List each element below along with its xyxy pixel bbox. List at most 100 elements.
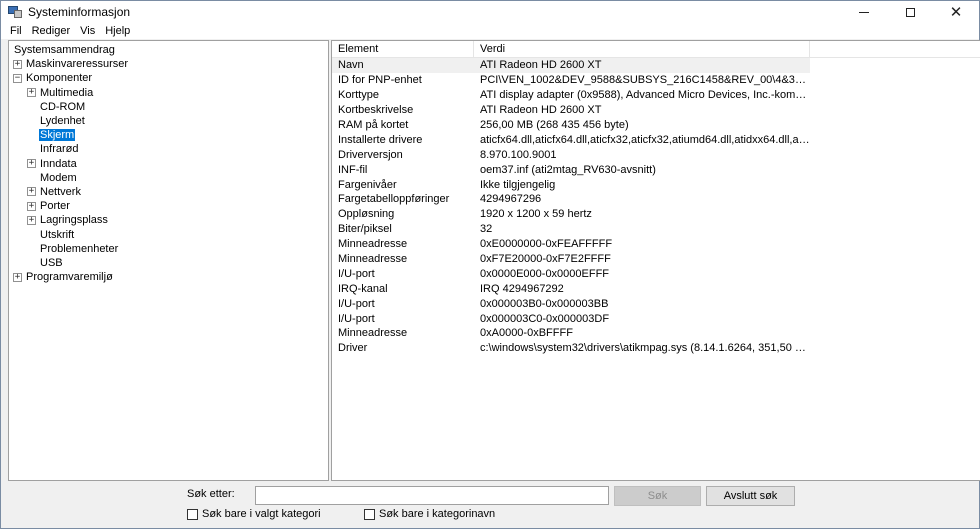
list-row[interactable]: Korttype ATI display adapter (0x9588), Ad… [332, 88, 980, 103]
checkbox-box[interactable] [187, 508, 198, 520]
tree-item[interactable]: Infrarød [9, 142, 328, 156]
tree-item[interactable]: + Inndata [9, 157, 328, 171]
tree-item[interactable]: + Programvaremiljø [9, 270, 328, 284]
menu-edit[interactable]: Rediger [27, 25, 76, 37]
list-row[interactable]: Minneadresse 0xE0000000-0xFEAFFFFF [332, 237, 980, 252]
tree-item[interactable]: + Maskinvareressurser [9, 57, 328, 71]
list-row[interactable]: Navn ATI Radeon HD 2600 XT [332, 58, 810, 73]
list-cell-element: Fargenivåer [338, 178, 397, 191]
tree-item[interactable]: + Multimedia [9, 86, 328, 100]
tree-item[interactable]: USB [9, 256, 328, 270]
expand-icon[interactable]: + [27, 159, 36, 169]
expand-icon[interactable]: + [27, 187, 36, 197]
tree-item[interactable]: Utskrift [9, 227, 328, 241]
tree-item-label[interactable]: Nettverk [39, 186, 82, 198]
maximize-button[interactable] [887, 1, 933, 23]
stop-search-button[interactable]: Avslutt søk [706, 486, 795, 506]
list-row[interactable]: IRQ-kanal IRQ 4294967292 [332, 281, 980, 296]
list-row[interactable]: Fargenivåer Ikke tilgjengelig [332, 177, 980, 192]
list-cell-value: 0x000003B0-0x000003BB [480, 297, 609, 310]
list-row[interactable]: Driver c:\windows\system32\drivers\atikmp… [332, 341, 980, 356]
column-header-element[interactable]: Element [332, 41, 474, 57]
list-cell-element: Minneadresse [338, 253, 408, 266]
category-tree[interactable]: Systemsammendrag + Maskinvareressurser − Kom… [8, 40, 329, 481]
list-row[interactable]: I/U-port 0x0000E000-0x0000EFFF [332, 266, 980, 281]
tree-item[interactable]: Systemsammendrag [9, 43, 328, 57]
tree-item[interactable]: + Porter [9, 199, 328, 213]
list-cell-value: ATI display adapter (0x9588), Advanced M… [480, 89, 810, 102]
minimize-button[interactable] [841, 1, 887, 23]
search-selected-category-checkbox[interactable]: Søk bare i valgt kategori [187, 508, 321, 520]
list-row[interactable]: RAM på kortet 256,00 MB (268 435 456 byte… [332, 118, 980, 133]
list-row[interactable]: Installerte drivere aticfx64.dll,aticfx64… [332, 132, 980, 147]
tree-item-label[interactable]: Modem [39, 172, 78, 184]
tree-item-label[interactable]: Programvaremiljø [25, 271, 114, 283]
checkbox-box[interactable] [364, 508, 375, 520]
list-row[interactable]: I/U-port 0x000003C0-0x000003DF [332, 311, 980, 326]
close-button[interactable]: ✕ [933, 1, 979, 23]
list-cell-value: IRQ 4294967292 [480, 282, 564, 295]
expand-icon[interactable]: + [27, 201, 36, 211]
list-row[interactable]: ID for PNP-enhet PCI\VEN_1002&DEV_9588&SU… [332, 73, 980, 88]
list-cell-element: INF-fil [338, 163, 368, 176]
tree-item-label[interactable]: Systemsammendrag [13, 44, 116, 56]
expand-icon[interactable]: + [27, 88, 36, 98]
expand-icon[interactable]: + [27, 215, 36, 225]
tree-item[interactable]: Lydenhet [9, 114, 328, 128]
tree-item[interactable]: Skjerm [9, 128, 328, 142]
tree-item[interactable]: + Lagringsplass [9, 213, 328, 227]
list-row[interactable]: Minneadresse 0xA0000-0xBFFFF [332, 326, 980, 341]
column-header-value[interactable]: Verdi [474, 41, 810, 57]
search-input[interactable] [255, 486, 609, 505]
search-category-names-checkbox[interactable]: Søk bare i kategorinavn [364, 508, 495, 520]
tree-item[interactable]: Modem [9, 171, 328, 185]
expand-icon[interactable]: + [13, 272, 22, 282]
tree-item[interactable]: + Nettverk [9, 185, 328, 199]
tree-item-label[interactable]: USB [39, 257, 64, 269]
tree-item-label[interactable]: Maskinvareressurser [25, 58, 129, 70]
tree-item[interactable]: CD-ROM [9, 100, 328, 114]
collapse-icon[interactable]: − [13, 73, 22, 83]
menu-file[interactable]: Fil [5, 25, 27, 37]
expand-icon[interactable]: + [13, 59, 22, 69]
tree-item-label[interactable]: Infrarød [39, 143, 80, 155]
menu-help[interactable]: Hjelp [100, 25, 135, 37]
list-cell-value: Ikke tilgjengelig [480, 178, 556, 191]
list-cell-value: 0x0000E000-0x0000EFFF [480, 267, 610, 280]
list-cell-element: Oppløsning [338, 208, 395, 221]
tree-item-label[interactable]: Multimedia [39, 87, 94, 99]
list-row[interactable]: Biter/piksel 32 [332, 222, 980, 237]
list-cell-value: 1920 x 1200 x 59 hertz [480, 208, 592, 221]
list-row[interactable]: Kortbeskrivelse ATI Radeon HD 2600 XT [332, 103, 980, 118]
tree-item-label[interactable]: Problemenheter [39, 243, 119, 255]
list-row[interactable]: Fargetabelloppføringer 4294967296 [332, 192, 980, 207]
tree-item-label[interactable]: Lagringsplass [39, 214, 109, 226]
tree-item-label[interactable]: Inndata [39, 158, 78, 170]
menu-view[interactable]: Vis [75, 25, 100, 37]
list-row[interactable]: INF-fil oem37.inf (ati2mtag_RV630-avsnitt… [332, 162, 980, 177]
menu-bar: Fil Rediger Vis Hjelp [1, 23, 979, 39]
list-row[interactable]: Minneadresse 0xF7E20000-0xF7E2FFFF [332, 252, 980, 267]
list-cell-element: I/U-port [338, 312, 375, 325]
tree-item[interactable]: Problemenheter [9, 242, 328, 256]
list-row[interactable]: I/U-port 0x000003B0-0x000003BB [332, 296, 980, 311]
search-button[interactable]: Søk [614, 486, 701, 506]
list-cell-value: ATI Radeon HD 2600 XT [480, 104, 602, 117]
list-cell-element: Fargetabelloppføringer [338, 193, 450, 206]
tree-item-label[interactable]: Skjerm [39, 129, 76, 142]
tree-item[interactable]: − Komponenter [9, 71, 328, 85]
tree-item-label[interactable]: CD-ROM [39, 101, 86, 113]
list-cell-value: 4294967296 [480, 193, 542, 206]
list-cell-element: Minneadresse [338, 327, 408, 340]
tree-item-label[interactable]: Porter [39, 200, 71, 212]
title-bar: Systeminformasjon ✕ [1, 1, 979, 23]
details-list[interactable]: Element Verdi Navn ATI Radeon HD 2600 XT I… [331, 40, 980, 481]
list-cell-value: oem37.inf (ati2mtag_RV630-avsnitt) [480, 163, 656, 176]
list-cell-value: 0xA0000-0xBFFFF [480, 327, 573, 340]
list-row[interactable]: Oppløsning 1920 x 1200 x 59 hertz [332, 207, 980, 222]
list-row[interactable]: Driverversjon 8.970.100.9001 [332, 147, 980, 162]
tree-item-label[interactable]: Lydenhet [39, 115, 86, 127]
tree-item-label[interactable]: Komponenter [25, 72, 93, 84]
tree-item-label[interactable]: Utskrift [39, 229, 75, 241]
list-cell-element: I/U-port [338, 297, 375, 310]
